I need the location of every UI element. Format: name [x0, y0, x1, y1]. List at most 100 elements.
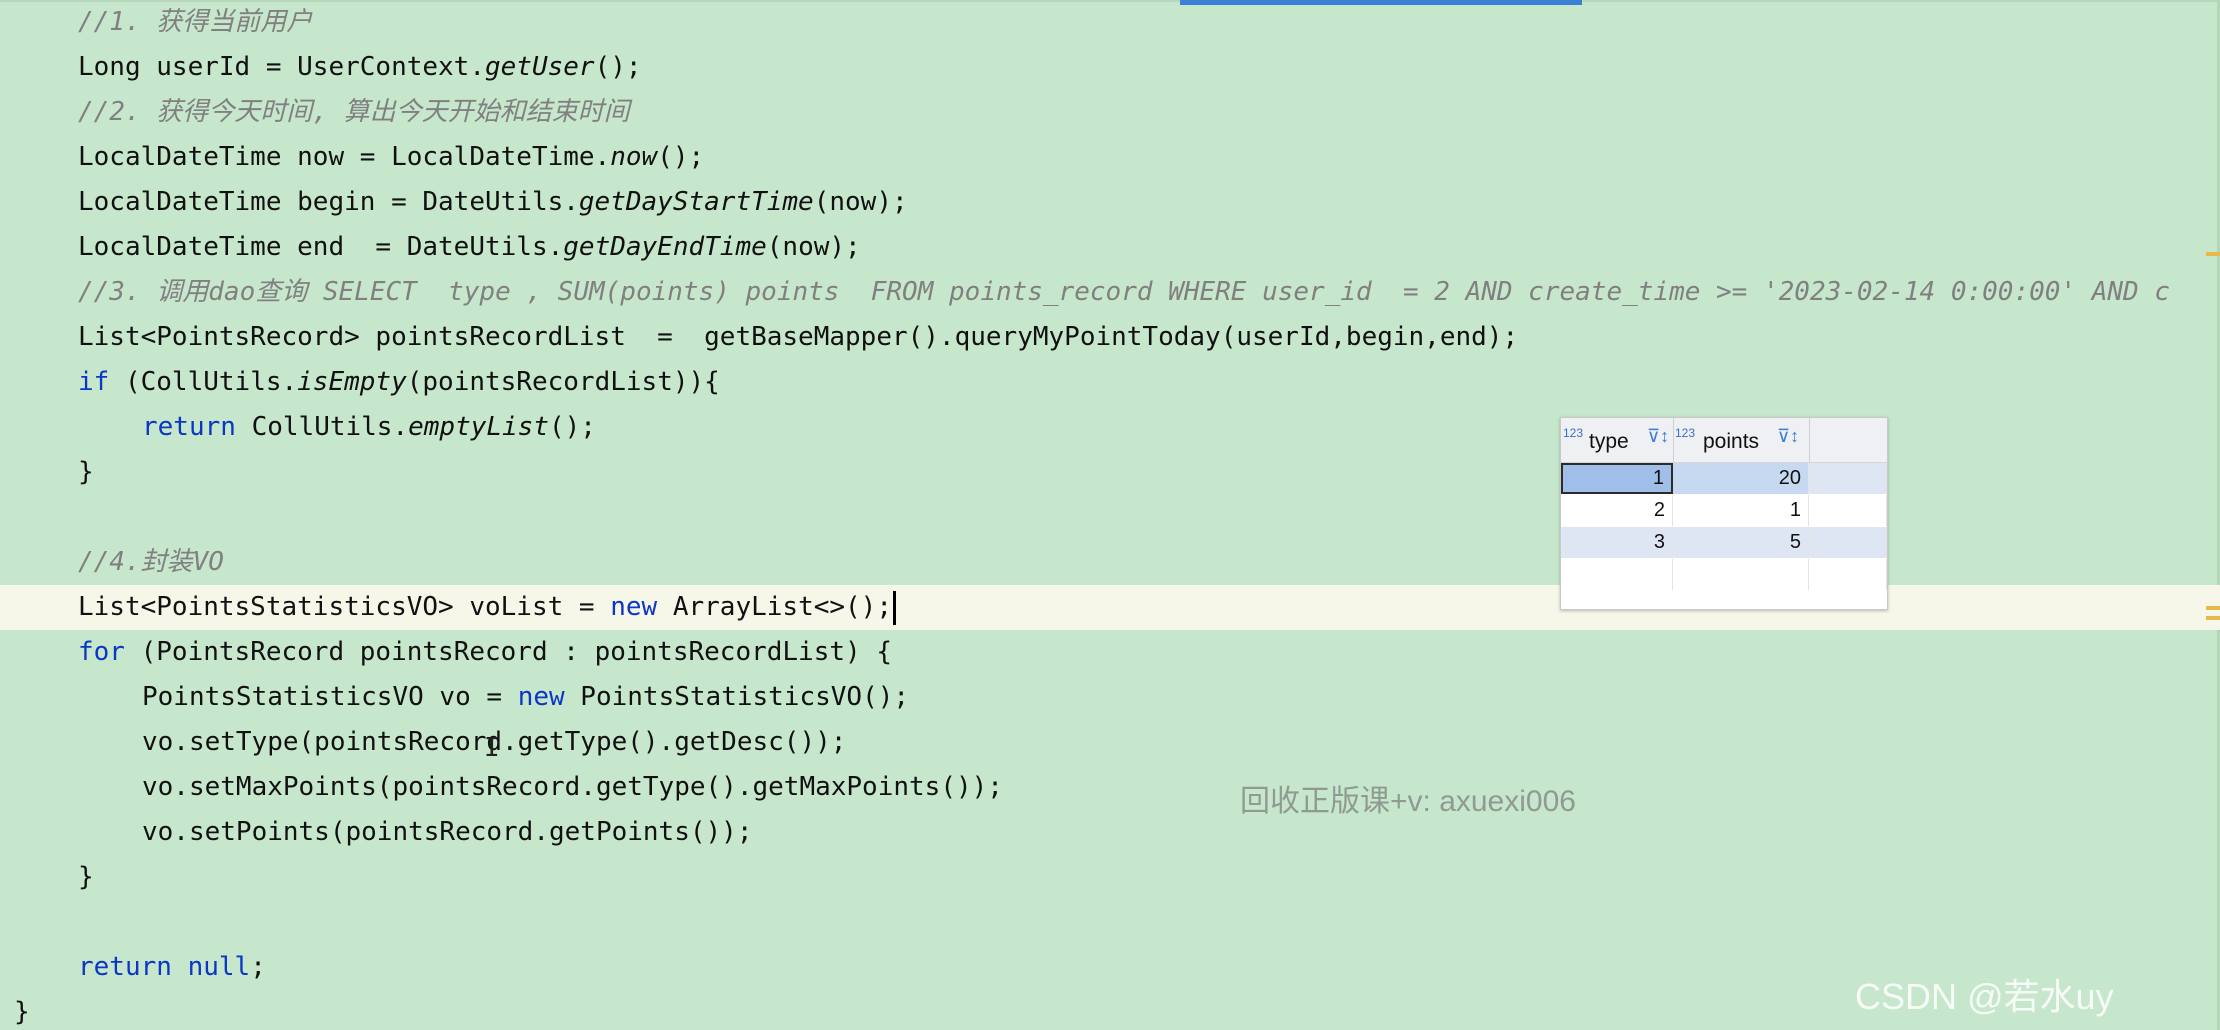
table-cell[interactable] [1809, 559, 1887, 590]
code-token: (); [657, 142, 705, 172]
code-token: vo.setMaxPoints(pointsRecord.getType().g… [142, 772, 1003, 802]
code-token: List<PointsStatisticsVO> voList = [78, 592, 611, 622]
code-editor[interactable]: //1. 获得当前用户 Long userId = UserContext.get… [0, 0, 2220, 1030]
comment-token: //1. 获得当前用户 [78, 7, 313, 37]
code-text: return CollUtils.emptyList(); [142, 405, 596, 450]
code-line[interactable]: LocalDateTime end = DateUtils.getDayEndT… [0, 225, 2220, 270]
code-text: Long userId = UserContext.getUser(); [78, 45, 642, 90]
code-text: //3. 调用dao查询 SELECT type , SUM(points) p… [78, 270, 2170, 315]
method-token: getDayEndTime [563, 232, 767, 262]
column-header-type[interactable]: 123 type ⊽↕ [1561, 418, 1674, 462]
code-token: PointsStatisticsVO vo = [142, 682, 518, 712]
code-text: List<PointsStatisticsVO> voList = new Ar… [78, 585, 896, 630]
code-token: ; [250, 952, 266, 982]
code-line[interactable]: //2. 获得今天时间, 算出今天开始和结束时间 [0, 90, 2220, 135]
method-token: now [610, 142, 658, 172]
code-text: for (PointsRecord pointsRecord : pointsR… [78, 630, 892, 675]
code-token: (CollUtils. [109, 367, 298, 397]
table-cell[interactable] [1809, 527, 1887, 558]
keyword-token: new [610, 592, 658, 622]
keyword-token: return [78, 952, 172, 982]
text-caret [893, 590, 896, 625]
comment-token: //2. 获得今天时间, 算出今天开始和结束时间 [78, 97, 630, 127]
table-cell[interactable]: 2 [1561, 495, 1673, 526]
keyword-token: for [78, 637, 125, 667]
code-text: LocalDateTime begin = DateUtils.getDaySt… [78, 180, 908, 225]
filter-sort-icon[interactable]: ⊽↕ [1647, 426, 1669, 447]
code-text: //2. 获得今天时间, 算出今天开始和结束时间 [78, 90, 630, 135]
table-cell[interactable]: 5 [1673, 527, 1809, 558]
code-line[interactable]: //1. 获得当前用户 [0, 0, 2220, 45]
code-token: } [14, 997, 30, 1027]
code-text: PointsStatisticsVO vo = new PointsStatis… [142, 675, 909, 720]
code-token: (); [549, 412, 596, 442]
column-header-points[interactable]: 123 points ⊽↕ [1673, 418, 1810, 462]
keyword-token: null [187, 952, 251, 982]
comment-token: //4.封装VO [78, 547, 224, 577]
code-token: (now); [766, 232, 861, 262]
method-token: getUser [485, 52, 595, 82]
method-token: isEmpty [297, 367, 407, 397]
code-line[interactable]: List<PointsRecord> pointsRecordList = ge… [0, 315, 2220, 360]
code-line[interactable]: LocalDateTime begin = DateUtils.getDaySt… [0, 180, 2220, 225]
table-row[interactable]: 35 [1561, 527, 1887, 558]
csdn-watermark: CSDN @若水uy [1855, 976, 2114, 1017]
code-text: //1. 获得当前用户 [78, 0, 312, 45]
column-header-label: type [1589, 430, 1629, 453]
filter-sort-icon[interactable]: ⊽↕ [1777, 426, 1799, 447]
table-cell[interactable] [1809, 495, 1887, 526]
code-token: (); [594, 52, 642, 82]
code-token: Long userId = UserContext. [78, 52, 485, 82]
code-token: (now); [813, 187, 908, 217]
query-result-grid[interactable]: 123 type ⊽↕ 123 points ⊽↕ 1 20 2 1 3 5 [1560, 417, 1888, 610]
code-line[interactable]: } [0, 855, 2220, 900]
code-text: LocalDateTime end = DateUtils.getDayEndT… [78, 225, 861, 270]
code-line[interactable]: vo.setPoints(pointsRecord.getPoints()); [0, 810, 2220, 855]
code-token: PointsStatisticsVO(); [564, 682, 910, 712]
table-cell[interactable] [1561, 559, 1673, 590]
keyword-token: return [142, 412, 236, 442]
warning-marker[interactable] [2206, 606, 2220, 610]
code-text: return null; [78, 945, 266, 990]
table-cell[interactable]: 3 [1561, 527, 1673, 558]
code-token: CollUtils. [235, 412, 409, 442]
code-line[interactable]: vo.setMaxPoints(pointsRecord.getType().g… [0, 765, 2220, 810]
code-token: LocalDateTime end = DateUtils. [78, 232, 564, 262]
code-line[interactable]: vo.setType(pointsRecord.getType().getDes… [0, 720, 2220, 765]
code-token: } [78, 862, 94, 892]
warning-marker[interactable] [2206, 616, 2220, 620]
code-token: LocalDateTime now = LocalDateTime. [78, 142, 611, 172]
code-text: } [78, 450, 94, 495]
code-token: List<PointsRecord> pointsRecordList = ge… [78, 322, 1519, 352]
method-token: emptyList [408, 412, 549, 442]
code-text: vo.setPoints(pointsRecord.getPoints()); [142, 810, 752, 855]
code-line[interactable]: if (CollUtils.isEmpty(pointsRecordList))… [0, 360, 2220, 405]
code-token: LocalDateTime begin = DateUtils. [78, 187, 579, 217]
table-row[interactable]: 21 [1561, 495, 1887, 526]
table-row[interactable] [1561, 559, 1887, 590]
table-cell[interactable] [1809, 463, 1887, 494]
code-token: ArrayList<>(); [657, 592, 892, 622]
warning-marker[interactable] [2206, 252, 2220, 256]
comment-token: //3. 调用dao查询 SELECT type , SUM(points) p… [78, 277, 2170, 307]
numeric-type-icon: 123 [1675, 426, 1696, 440]
code-text: //4.封装VO [78, 540, 224, 585]
code-text: } [78, 855, 94, 900]
table-cell[interactable] [1673, 559, 1809, 590]
code-line[interactable] [0, 900, 2220, 945]
table-cell[interactable]: 20 [1673, 463, 1809, 494]
code-text: } [14, 990, 30, 1030]
code-line[interactable]: LocalDateTime now = LocalDateTime.now(); [0, 135, 2220, 180]
text-cursor-icon: I [484, 733, 500, 763]
table-cell[interactable]: 1 [1561, 463, 1673, 494]
numeric-type-icon: 123 [1563, 426, 1584, 440]
code-line[interactable]: PointsStatisticsVO vo = new PointsStatis… [0, 675, 2220, 720]
code-line[interactable]: for (PointsRecord pointsRecord : pointsR… [0, 630, 2220, 675]
keyword-token: if [78, 367, 110, 397]
code-line[interactable]: //3. 调用dao查询 SELECT type , SUM(points) p… [0, 270, 2220, 315]
column-header-label: points [1703, 430, 1760, 453]
table-row[interactable]: 1 20 [1561, 463, 1887, 494]
table-cell[interactable]: 1 [1673, 495, 1809, 526]
code-line[interactable]: Long userId = UserContext.getUser(); [0, 45, 2220, 90]
code-token: (PointsRecord pointsRecord : pointsRecor… [124, 637, 892, 667]
